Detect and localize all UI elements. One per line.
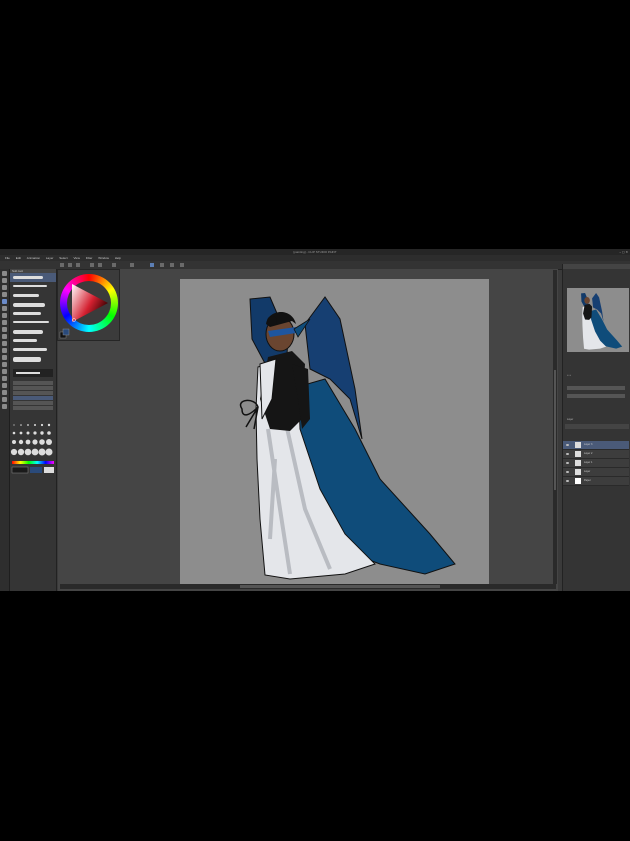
- redo-icon[interactable]: [98, 263, 102, 267]
- new-icon[interactable]: [60, 263, 64, 267]
- layer-item[interactable]: Layer: [563, 468, 629, 477]
- eye-icon[interactable]: [566, 444, 569, 446]
- pencil-icon[interactable]: [2, 306, 7, 311]
- horizontal-scrollbar[interactable]: [60, 584, 556, 589]
- stabilization-slider[interactable]: [13, 386, 53, 390]
- selection-icon[interactable]: [150, 263, 154, 267]
- layer-thumbnail: [575, 451, 581, 457]
- brush-item[interactable]: [10, 327, 56, 336]
- brush-size-slider[interactable]: [13, 369, 53, 377]
- snap-icon[interactable]: [160, 263, 164, 267]
- eye-icon[interactable]: [566, 462, 569, 464]
- brush-item[interactable]: [10, 282, 56, 291]
- eraser-icon[interactable]: [2, 334, 7, 339]
- opacity-slider[interactable]: [13, 381, 53, 385]
- brush-item[interactable]: [10, 318, 56, 327]
- tool-palette: [0, 269, 10, 591]
- selection-icon[interactable]: [2, 285, 7, 290]
- eye-icon[interactable]: [566, 471, 569, 473]
- brush-icon[interactable]: [2, 313, 7, 318]
- move-icon[interactable]: [2, 278, 7, 283]
- drawing-canvas[interactable]: [180, 279, 489, 584]
- window-title: [painting] - CLIP STUDIO PAINT: [293, 250, 337, 254]
- layer-toolbar[interactable]: [565, 424, 629, 429]
- setting-toggle[interactable]: [13, 396, 53, 400]
- layer-thumbnail: [575, 460, 581, 466]
- layer-name: Layer: [584, 470, 591, 473]
- gradient-icon[interactable]: [2, 348, 7, 353]
- eye-icon[interactable]: [566, 480, 569, 482]
- layer-item[interactable]: Layer 1: [563, 459, 629, 468]
- balloon-icon[interactable]: [2, 369, 7, 374]
- brush-preview: [13, 339, 37, 342]
- grid-icon[interactable]: [180, 263, 184, 267]
- brush-preview: [13, 303, 45, 307]
- navigator-preview[interactable]: [567, 288, 629, 352]
- rotate-icon[interactable]: [2, 397, 7, 402]
- eyedropper-icon[interactable]: [2, 292, 7, 297]
- undo-icon[interactable]: [90, 263, 94, 267]
- eye-icon[interactable]: [566, 453, 569, 455]
- correct-icon[interactable]: [2, 383, 7, 388]
- ruler-icon[interactable]: [2, 404, 7, 409]
- brush-item[interactable]: [10, 354, 56, 363]
- brush-preview: [13, 330, 43, 334]
- brush-preview: [13, 312, 41, 315]
- layer-name: Layer 3: [584, 443, 593, 446]
- brush-preview: [13, 294, 39, 297]
- layer-item[interactable]: Paper: [563, 477, 629, 486]
- brush-preview: [13, 321, 49, 323]
- layer-name: Paper: [584, 479, 591, 482]
- transform-icon[interactable]: [130, 263, 134, 267]
- brush-item[interactable]: [10, 336, 56, 345]
- layer-panel-title: Layer: [567, 418, 574, 421]
- brush-preview: [13, 276, 43, 279]
- ruler-icon[interactable]: [170, 263, 174, 267]
- figure-icon[interactable]: [2, 355, 7, 360]
- artwork-illustration: [239, 296, 456, 580]
- brush-size-presets[interactable]: [10, 421, 56, 481]
- fill-icon[interactable]: [2, 341, 7, 346]
- airbrush-icon[interactable]: [2, 320, 7, 325]
- brush-item[interactable]: [10, 345, 56, 354]
- color-triangle[interactable]: [58, 270, 119, 340]
- open-icon[interactable]: [68, 263, 72, 267]
- layer-properties-label: ▪ ▪ ▪: [567, 374, 572, 377]
- layer-thumbnail: [575, 469, 581, 475]
- brush-item[interactable]: [10, 273, 56, 282]
- opacity-slider[interactable]: [567, 386, 625, 390]
- layer-item[interactable]: Layer 2: [563, 450, 629, 459]
- layer-name: Layer 2: [584, 452, 593, 455]
- brush-preview: [13, 285, 47, 287]
- brush-item[interactable]: [10, 300, 56, 309]
- zoom-icon[interactable]: [2, 271, 7, 276]
- brush-item[interactable]: [10, 309, 56, 318]
- setting-toggle[interactable]: [13, 406, 53, 410]
- brush-item[interactable]: [10, 291, 56, 300]
- color-wheel-panel[interactable]: [57, 269, 120, 341]
- layer-thumbnail: [575, 478, 581, 484]
- blend-mode-select[interactable]: [567, 394, 625, 398]
- layer-name: Layer 1: [584, 461, 593, 464]
- layer-item[interactable]: Layer 3: [563, 441, 629, 450]
- setting-toggle[interactable]: [13, 401, 53, 405]
- hand-icon[interactable]: [2, 390, 7, 395]
- density-slider[interactable]: [13, 391, 53, 395]
- vertical-scrollbar[interactable]: [553, 270, 557, 584]
- pen-icon[interactable]: [2, 299, 7, 304]
- line-icon[interactable]: [2, 376, 7, 381]
- text-icon[interactable]: [2, 362, 7, 367]
- blend-icon[interactable]: [2, 327, 7, 332]
- navigator-tab[interactable]: [563, 264, 630, 269]
- subtool-panel: Sub tool: [10, 269, 57, 591]
- brush-preview: [13, 348, 47, 351]
- layer-thumbnail: [575, 442, 581, 448]
- save-icon[interactable]: [76, 263, 80, 267]
- brush-preview: [13, 357, 41, 362]
- clear-icon[interactable]: [112, 263, 116, 267]
